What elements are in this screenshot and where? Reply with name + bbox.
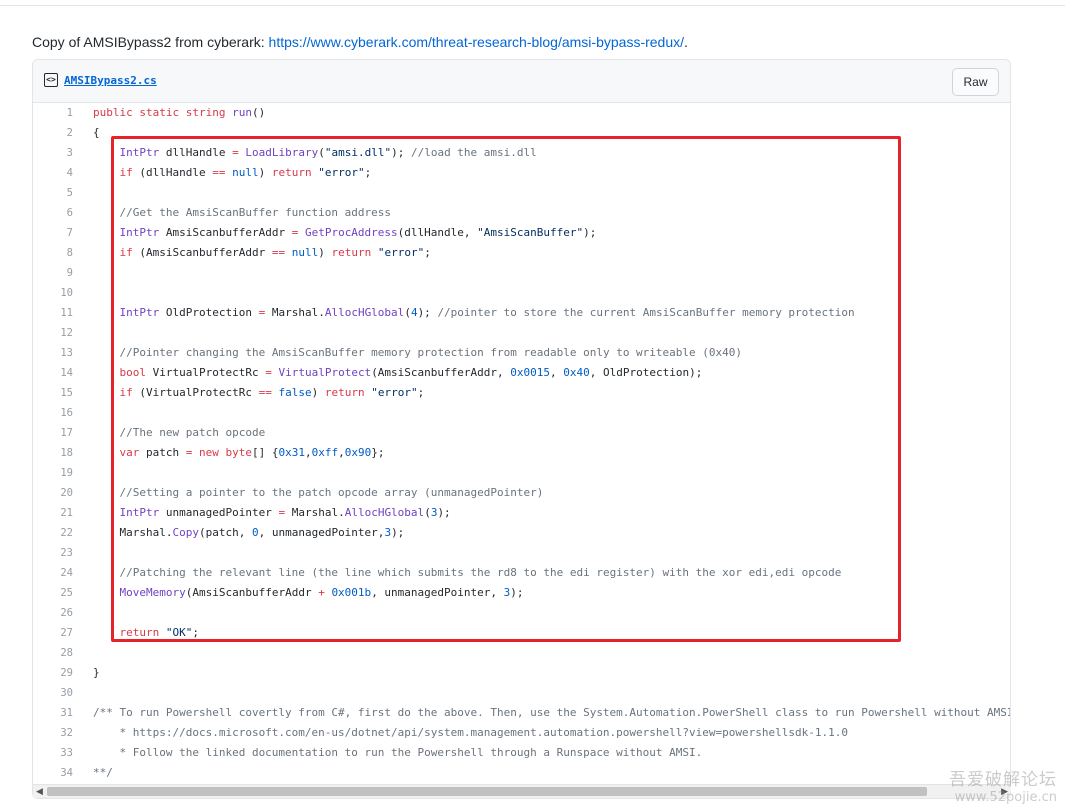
code-text: * https://docs.microsoft.com/en-us/dotne… bbox=[93, 726, 848, 739]
line-number[interactable]: 12 bbox=[33, 323, 73, 343]
line-number[interactable]: 29 bbox=[33, 663, 73, 683]
line-number[interactable]: 1 bbox=[33, 103, 73, 123]
line-number[interactable]: 27 bbox=[33, 623, 73, 643]
code-line: 31 /** To run Powershell covertly from C#… bbox=[33, 703, 1010, 723]
intro-suffix: . bbox=[684, 34, 688, 50]
line-number[interactable]: 13 bbox=[33, 343, 73, 363]
horizontal-scrollbar[interactable]: ◀ ▶ bbox=[33, 784, 1011, 798]
line-number[interactable]: 8 bbox=[33, 243, 73, 263]
line-number[interactable]: 23 bbox=[33, 543, 73, 563]
line-number[interactable]: 32 bbox=[33, 723, 73, 743]
watermark-url: www.52pojie.cn bbox=[954, 790, 1057, 805]
line-number[interactable]: 16 bbox=[33, 403, 73, 423]
top-divider bbox=[0, 5, 1065, 6]
intro-text: Copy of AMSIBypass2 from cyberark: https… bbox=[32, 33, 688, 51]
code-line: 32 * https://docs.microsoft.com/en-us/do… bbox=[33, 723, 1010, 743]
line-number[interactable]: 14 bbox=[33, 363, 73, 383]
code-line: 29} bbox=[33, 663, 1010, 683]
code-file-icon: <> bbox=[44, 73, 58, 87]
line-number[interactable]: 25 bbox=[33, 583, 73, 603]
line-number[interactable]: 34 bbox=[33, 763, 73, 783]
file-header: <> AMSIBypass2.cs Raw bbox=[33, 60, 1010, 103]
code-line: 34 **/ bbox=[33, 763, 1010, 783]
line-number[interactable]: 6 bbox=[33, 203, 73, 223]
line-number[interactable]: 15 bbox=[33, 383, 73, 403]
scroll-left-icon[interactable]: ◀ bbox=[36, 785, 43, 798]
code-line: 33 * Follow the linked documentation to … bbox=[33, 743, 1010, 763]
line-number[interactable]: 24 bbox=[33, 563, 73, 583]
code-text: { bbox=[93, 126, 100, 139]
line-number[interactable]: 11 bbox=[33, 303, 73, 323]
line-number[interactable]: 28 bbox=[33, 643, 73, 663]
raw-button[interactable]: Raw bbox=[952, 68, 999, 96]
cyberark-link[interactable]: https://www.cyberark.com/threat-research… bbox=[269, 34, 684, 50]
line-number[interactable]: 5 bbox=[33, 183, 73, 203]
line-number[interactable]: 22 bbox=[33, 523, 73, 543]
line-number[interactable]: 7 bbox=[33, 223, 73, 243]
line-number[interactable]: 2 bbox=[33, 123, 73, 143]
line-number[interactable]: 33 bbox=[33, 743, 73, 763]
line-number[interactable]: 4 bbox=[33, 163, 73, 183]
code-text: public static string run() bbox=[93, 106, 266, 119]
watermark: 吾爱破解论坛 www.52pojie.cn bbox=[949, 765, 1057, 805]
line-number[interactable]: 18 bbox=[33, 443, 73, 463]
line-number[interactable]: 26 bbox=[33, 603, 73, 623]
line-number[interactable]: 31 bbox=[33, 703, 73, 723]
line-number[interactable]: 21 bbox=[33, 503, 73, 523]
code-text: **/ bbox=[93, 766, 113, 779]
line-number[interactable]: 20 bbox=[33, 483, 73, 503]
intro-prefix: Copy of AMSIBypass2 from cyberark: bbox=[32, 34, 269, 50]
line-number[interactable]: 9 bbox=[33, 263, 73, 283]
code-text: * Follow the linked documentation to run… bbox=[93, 746, 703, 759]
scrollbar-thumb[interactable] bbox=[47, 787, 927, 796]
line-number[interactable]: 3 bbox=[33, 143, 73, 163]
code-text: } bbox=[93, 666, 100, 679]
line-number[interactable]: 10 bbox=[33, 283, 73, 303]
code-text: /** To run Powershell covertly from C#, … bbox=[93, 706, 1011, 719]
watermark-title: 吾爱破解论坛 bbox=[949, 770, 1057, 790]
red-highlight-box bbox=[111, 136, 901, 642]
code-line: 1 public static string run() bbox=[33, 103, 1010, 123]
file-name-link[interactable]: AMSIBypass2.cs bbox=[64, 74, 157, 87]
line-number[interactable]: 19 bbox=[33, 463, 73, 483]
line-number[interactable]: 30 bbox=[33, 683, 73, 703]
code-line: 30 bbox=[33, 683, 1010, 703]
line-number[interactable]: 17 bbox=[33, 423, 73, 443]
code-line: 28 bbox=[33, 643, 1010, 663]
